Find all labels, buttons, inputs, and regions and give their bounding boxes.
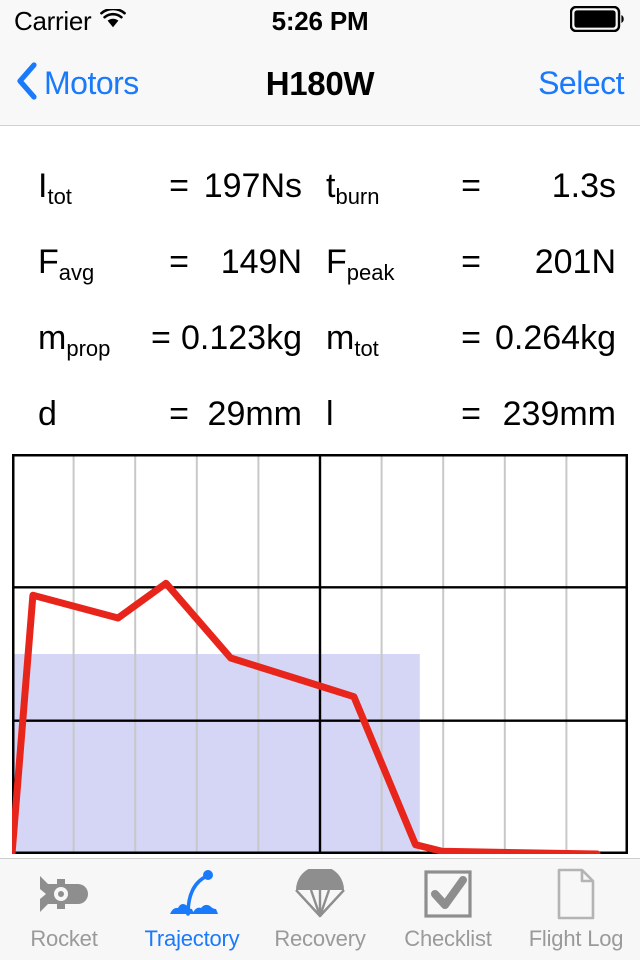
- spec-value: 0.264kg: [495, 318, 616, 357]
- spec-diameter: d = 29mm: [0, 395, 320, 434]
- spec-equals: =: [169, 394, 189, 433]
- carrier-label: Carrier: [14, 5, 92, 36]
- spec-label: Itot: [38, 166, 72, 209]
- tab-label: Checklist: [404, 925, 492, 951]
- battery-full-icon: [569, 5, 626, 37]
- thrust-curve-chart: [0, 454, 640, 858]
- tab-checklist[interactable]: Checklist: [384, 859, 512, 960]
- tab-trajectory[interactable]: Trajectory: [128, 859, 256, 960]
- tab-label: Flight Log: [528, 925, 624, 951]
- motor-specifications: Itot = 197Ns tburn = 1.3s Favg = 149N Fp…: [0, 126, 640, 454]
- spec-total-impulse: Itot = 197Ns: [0, 166, 320, 209]
- select-button[interactable]: Select: [538, 65, 624, 102]
- spec-label: Fpeak: [326, 242, 395, 285]
- tab-label: Recovery: [274, 925, 366, 951]
- tab-rocket[interactable]: Rocket: [0, 859, 128, 960]
- spec-label: mprop: [38, 318, 111, 361]
- spec-equals: =: [169, 166, 189, 205]
- spec-label: mtot: [326, 318, 379, 361]
- spec-burn-time: tburn = 1.3s: [320, 166, 640, 209]
- spec-equals: =: [461, 394, 481, 433]
- spec-equals: =: [461, 242, 481, 281]
- spec-value: 239mm: [502, 394, 616, 433]
- wifi-icon: [100, 7, 127, 34]
- spec-value: 197Ns: [203, 166, 302, 205]
- tab-flight-log[interactable]: Flight Log: [512, 859, 640, 960]
- back-button[interactable]: Motors: [16, 62, 139, 105]
- spec-length: l = 239mm: [320, 395, 640, 434]
- spec-label: l: [326, 394, 334, 433]
- spec-value: 29mm: [207, 394, 302, 433]
- spec-equals: =: [151, 318, 171, 357]
- spec-row: Itot = 197Ns tburn = 1.3s: [0, 148, 640, 224]
- thrust-curve-svg: [12, 454, 628, 854]
- spec-value: 1.3s: [551, 166, 616, 205]
- spec-row: d = 29mm l = 239mm: [0, 376, 640, 452]
- spec-equals: =: [461, 166, 481, 205]
- spec-equals: =: [169, 242, 189, 281]
- spec-label: d: [38, 394, 57, 433]
- spec-row: mprop = 0.123kg mtot = 0.264kg: [0, 300, 640, 376]
- spec-peak-thrust: Fpeak = 201N: [320, 242, 640, 285]
- spec-row: Favg = 149N Fpeak = 201N: [0, 224, 640, 300]
- spec-propellant-mass: mprop = 0.123kg: [0, 318, 320, 361]
- spec-average-thrust: Favg = 149N: [0, 242, 320, 285]
- back-button-label: Motors: [44, 65, 139, 101]
- tab-label: Rocket: [30, 925, 98, 951]
- tab-label: Trajectory: [144, 925, 240, 951]
- spec-label: tburn: [326, 166, 380, 209]
- spec-total-mass: mtot = 0.264kg: [320, 318, 640, 361]
- spec-equals: =: [461, 318, 481, 357]
- status-bar-left: Carrier: [14, 5, 127, 37]
- document-icon: [554, 868, 598, 920]
- spec-value: 149N: [220, 242, 302, 281]
- checkbox-check-icon: [423, 868, 473, 920]
- trajectory-icon: [162, 868, 222, 920]
- rocket-icon: [34, 868, 94, 920]
- parachute-icon: [292, 868, 348, 920]
- navigation-bar: Motors H180W Select: [0, 42, 640, 126]
- status-bar-right: [569, 5, 626, 37]
- chevron-left-icon: [16, 62, 38, 105]
- tab-bar: Rocket Trajectory Recovery Checklist Fli…: [0, 858, 640, 960]
- status-bar: Carrier 5:26 PM: [0, 0, 640, 42]
- tab-recovery[interactable]: Recovery: [256, 859, 384, 960]
- spec-value: 0.123kg: [181, 318, 302, 357]
- spec-label: Favg: [38, 242, 95, 285]
- chart-plot-area: [12, 454, 628, 854]
- spec-value: 201N: [534, 242, 616, 281]
